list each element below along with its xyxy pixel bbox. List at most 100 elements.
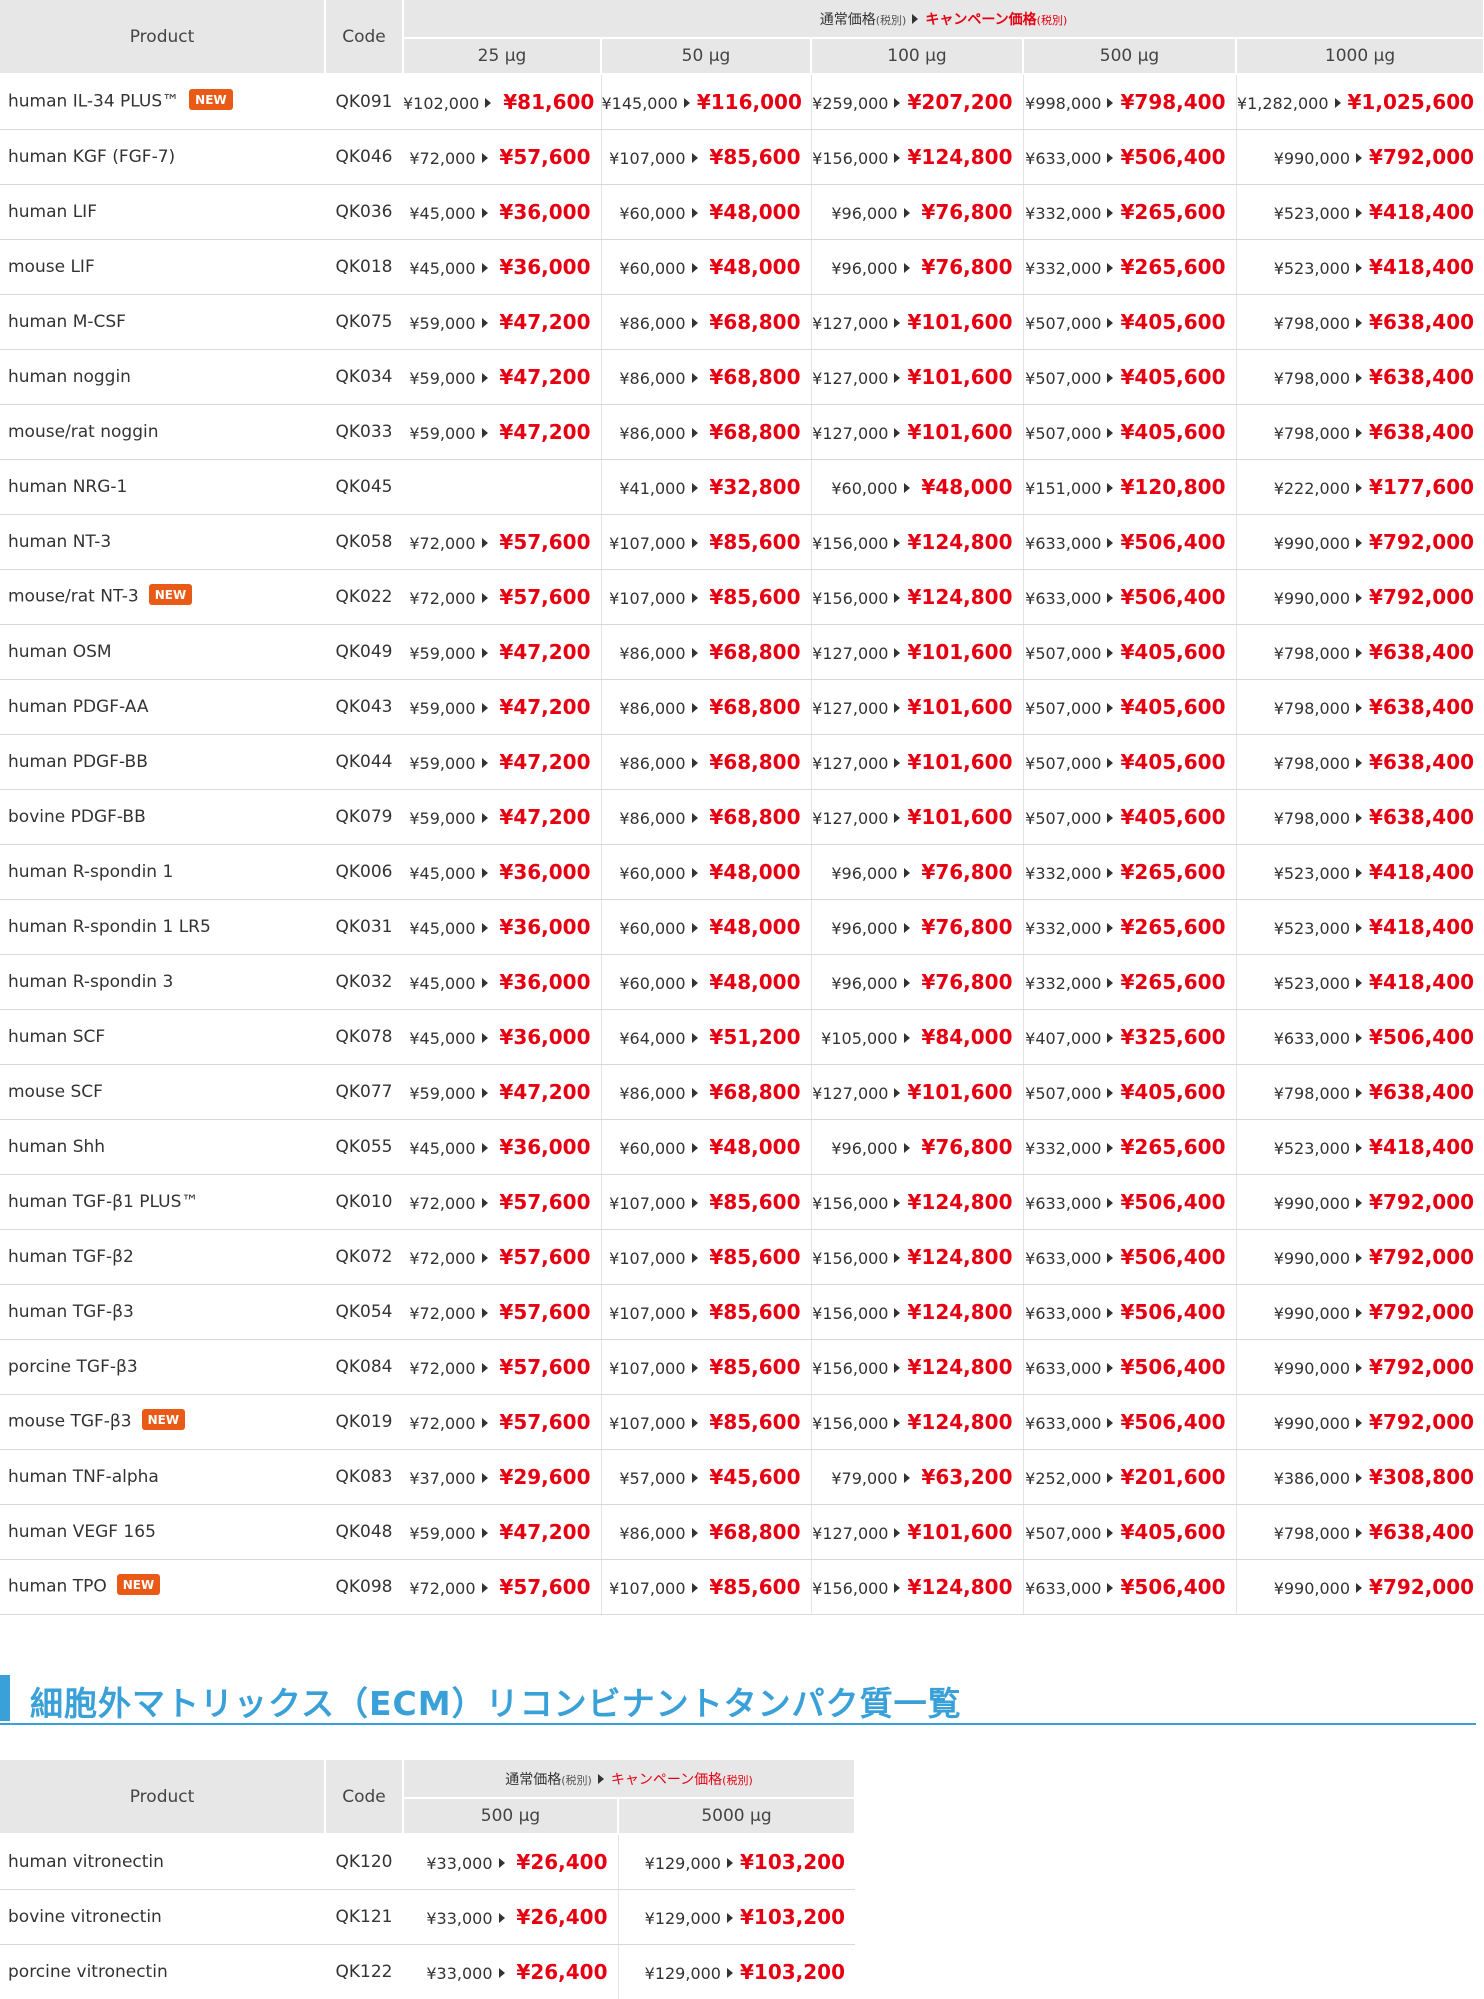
price-cell: ¥96,000 ¥76,800 — [810, 1119, 1023, 1175]
campaign-price: ¥26,400 — [516, 1849, 608, 1874]
regular-price: ¥59,000 — [409, 698, 476, 718]
arrow-right-icon — [894, 97, 901, 108]
price-cell: ¥45,000 ¥36,000 — [403, 954, 601, 1010]
arrow-right-icon — [1356, 757, 1363, 768]
regular-price: ¥33,000 — [426, 1853, 493, 1873]
price-cell: ¥156,000 ¥124,800 — [810, 1559, 1023, 1615]
campaign-price: ¥57,600 — [499, 144, 591, 169]
arrow-right-icon — [691, 977, 698, 988]
arrow-right-icon — [1107, 757, 1114, 768]
product-name: mouse/rat noggin — [8, 421, 159, 442]
arrow-right-icon — [481, 1087, 488, 1098]
price-cell: ¥45,000 ¥36,000 — [403, 899, 601, 955]
price-cell: ¥60,000 ¥48,000 — [600, 239, 811, 295]
regular-price: ¥72,000 — [409, 1578, 476, 1598]
regular-price: ¥107,000 — [609, 588, 686, 608]
price-cell: ¥798,000 ¥638,400 — [1235, 679, 1484, 735]
arrow-right-icon — [481, 1142, 488, 1153]
product-name: porcine vitronectin — [8, 1961, 168, 1982]
campaign-price: ¥506,400 — [1120, 1299, 1226, 1324]
campaign-price: ¥76,800 — [921, 969, 1013, 994]
regular-price: ¥60,000 — [619, 973, 686, 993]
price-cell: ¥59,000 ¥47,200 — [403, 404, 601, 460]
regular-price: ¥72,000 — [409, 1358, 476, 1378]
regular-price: ¥79,000 — [831, 1468, 898, 1488]
price-cell: ¥107,000 ¥85,600 — [600, 1229, 811, 1285]
arrow-right-icon — [894, 1582, 901, 1593]
arrow-right-icon — [691, 1197, 698, 1208]
campaign-price: ¥124,800 — [907, 1409, 1013, 1434]
regular-price: ¥45,000 — [409, 918, 476, 938]
campaign-price: ¥47,200 — [499, 1079, 591, 1104]
campaign-price: ¥308,800 — [1369, 1464, 1475, 1489]
campaign-price: ¥792,000 — [1369, 529, 1475, 554]
price-cell: ¥798,000 ¥638,400 — [1235, 624, 1484, 680]
table-row: mouse SCF QK077 ¥59,000 ¥47,200 ¥86,000 ¥68,8… — [0, 1064, 1484, 1120]
campaign-price: ¥26,400 — [516, 1904, 608, 1929]
regular-price: ¥96,000 — [831, 1138, 898, 1158]
price-cell: ¥96,000 ¥76,800 — [810, 239, 1023, 295]
arrow-right-icon — [1107, 207, 1114, 218]
product-cell: human SCF — [0, 1009, 325, 1065]
campaign-price: ¥798,400 — [1120, 89, 1226, 114]
arrow-right-icon — [894, 1362, 901, 1373]
product-name: mouse SCF — [8, 1081, 103, 1102]
price-cell: ¥59,000 ¥47,200 — [403, 349, 601, 405]
product-cell: porcine TGF-β3 — [0, 1339, 325, 1395]
regular-price: ¥72,000 — [409, 1413, 476, 1433]
arrow-right-icon — [1107, 1197, 1114, 1208]
arrow-right-icon — [481, 262, 488, 273]
price-cell: ¥60,000 ¥48,000 — [600, 844, 811, 900]
product-code: QK018 — [325, 239, 403, 295]
price-cell: ¥33,000 ¥26,400 — [403, 1889, 618, 1945]
regular-price: ¥86,000 — [619, 698, 686, 718]
campaign-price: ¥405,600 — [1120, 309, 1226, 334]
price-cell: ¥127,000 ¥101,600 — [810, 349, 1023, 405]
regular-price: ¥990,000 — [1273, 1248, 1351, 1268]
arrow-right-icon — [894, 427, 901, 438]
regular-price: ¥107,000 — [609, 1303, 686, 1323]
arrow-right-icon — [481, 757, 488, 768]
product-code: QK098 — [325, 1559, 403, 1615]
price-cell: ¥107,000 ¥85,600 — [600, 129, 811, 185]
price-cell: ¥127,000 ¥101,600 — [810, 1064, 1023, 1120]
campaign-price: ¥405,600 — [1120, 694, 1226, 719]
regular-price: ¥523,000 — [1273, 258, 1351, 278]
arrow-right-icon — [894, 702, 901, 713]
campaign-price: ¥101,600 — [907, 1519, 1013, 1544]
arrow-right-icon — [1107, 1142, 1114, 1153]
product-name: human R-spondin 1 — [8, 861, 174, 882]
regular-price: ¥259,000 — [812, 93, 889, 113]
price-cell: ¥127,000 ¥101,600 — [810, 624, 1023, 680]
arrow-right-icon — [481, 537, 488, 548]
price-cell: ¥332,000 ¥265,600 — [1022, 954, 1236, 1010]
regular-price: ¥507,000 — [1025, 368, 1102, 388]
regular-price: ¥222,000 — [1273, 478, 1351, 498]
arrow-right-icon — [481, 152, 488, 163]
product-code: QK054 — [325, 1284, 403, 1340]
product-code: QK120 — [325, 1834, 403, 1890]
arrow-right-icon — [481, 1197, 488, 1208]
arrow-right-icon — [1107, 97, 1114, 108]
price-cell: ¥64,000 ¥51,200 — [600, 1009, 811, 1065]
regular-price: ¥107,000 — [609, 1193, 686, 1213]
arrow-right-icon — [691, 427, 698, 438]
campaign-price: ¥63,200 — [921, 1464, 1013, 1489]
campaign-price: ¥124,800 — [907, 584, 1013, 609]
campaign-price: ¥101,600 — [907, 639, 1013, 664]
arrow-right-icon — [691, 207, 698, 218]
arrow-right-icon — [691, 482, 698, 493]
price-cell: ¥990,000 ¥792,000 — [1235, 569, 1484, 625]
price-cell: ¥798,000 ¥638,400 — [1235, 349, 1484, 405]
arrow-right-icon — [1356, 262, 1363, 273]
arrow-right-icon — [1107, 537, 1114, 548]
table-row: human PDGF-BB QK044 ¥59,000 ¥47,200 ¥86,000 ¥… — [0, 734, 1484, 790]
price-cell: ¥798,000 ¥638,400 — [1235, 789, 1484, 845]
regular-price: ¥59,000 — [409, 368, 476, 388]
table-row: human noggin QK034 ¥59,000 ¥47,200 ¥86,000 ¥6… — [0, 349, 1484, 405]
price-cell: ¥45,000 ¥36,000 — [403, 1009, 601, 1065]
price-cell: ¥127,000 ¥101,600 — [810, 404, 1023, 460]
price-cell: ¥156,000 ¥124,800 — [810, 1284, 1023, 1340]
campaign-price: ¥36,000 — [499, 1134, 591, 1159]
product-name: human KGF (FGF-7) — [8, 146, 176, 167]
